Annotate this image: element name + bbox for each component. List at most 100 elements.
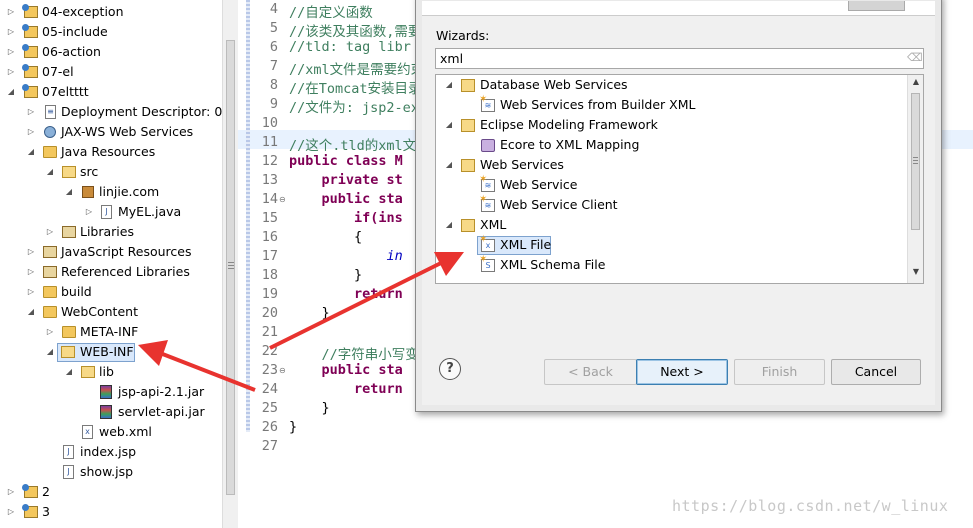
code-line[interactable]: } bbox=[289, 305, 330, 321]
collapse-arrow-icon[interactable]: ◢ bbox=[26, 302, 36, 322]
collapse-arrow-icon[interactable]: ◢ bbox=[6, 82, 16, 102]
code-line[interactable]: //这个.tld的xml文 bbox=[289, 134, 416, 154]
expand-arrow-icon[interactable]: ▷ bbox=[26, 282, 36, 302]
collapse-arrow-icon[interactable]: ◢ bbox=[45, 342, 55, 362]
line-number: 6 bbox=[269, 39, 278, 55]
web-service-wizard-icon: ≋ bbox=[479, 94, 495, 112]
folder-icon bbox=[43, 306, 57, 318]
code-line[interactable]: } bbox=[289, 419, 297, 435]
fold-toggle-icon[interactable]: ⊖ bbox=[279, 366, 286, 375]
collapse-arrow-icon[interactable]: ◢ bbox=[64, 182, 74, 202]
code-line[interactable]: { bbox=[289, 229, 362, 245]
libraries-icon bbox=[62, 226, 76, 238]
line-number: 5 bbox=[269, 20, 278, 36]
expand-arrow-icon[interactable]: ▷ bbox=[45, 222, 55, 242]
javascript-resources-icon bbox=[43, 246, 57, 258]
source-folder-icon bbox=[62, 166, 76, 178]
folder-open-icon bbox=[461, 79, 475, 92]
xml-file-wizard-icon: x bbox=[479, 234, 495, 252]
finish-button[interactable]: Finish bbox=[734, 359, 825, 385]
code-line[interactable]: if(ins bbox=[289, 210, 403, 226]
next-button[interactable]: Next > bbox=[636, 359, 728, 385]
code-line[interactable]: } bbox=[289, 400, 330, 416]
expand-arrow-icon[interactable]: ▷ bbox=[84, 202, 94, 222]
project-icon bbox=[22, 64, 38, 78]
explorer-scrollbar[interactable] bbox=[222, 0, 238, 528]
expand-arrow-icon[interactable]: ▷ bbox=[26, 242, 36, 262]
code-line[interactable]: return bbox=[289, 381, 403, 397]
expand-arrow-icon[interactable]: ▷ bbox=[26, 122, 36, 142]
expand-arrow-icon[interactable]: ▷ bbox=[6, 42, 16, 62]
jar-icon bbox=[100, 385, 112, 399]
code-line[interactable]: in bbox=[289, 248, 403, 264]
collapse-arrow-icon[interactable]: ◢ bbox=[444, 75, 454, 95]
folder-open-icon bbox=[461, 219, 475, 232]
expand-arrow-icon[interactable]: ▷ bbox=[26, 102, 36, 122]
collapse-arrow-icon[interactable]: ◢ bbox=[64, 362, 74, 382]
code-line[interactable]: private st bbox=[289, 172, 403, 188]
collapse-arrow-icon[interactable]: ◢ bbox=[45, 162, 55, 182]
project-icon bbox=[22, 24, 38, 38]
code-line[interactable]: //xml文件是需要约束 bbox=[289, 58, 424, 78]
scroll-grip-icon bbox=[913, 157, 918, 164]
java-file-icon: J bbox=[101, 205, 112, 219]
code-line[interactable]: public sta bbox=[289, 191, 403, 207]
line-number: 9 bbox=[269, 96, 278, 112]
code-line[interactable]: //tld: tag libr bbox=[289, 39, 411, 55]
code-line[interactable]: public class M bbox=[289, 153, 403, 169]
line-number: 25 bbox=[261, 400, 278, 416]
collapse-arrow-icon[interactable]: ◢ bbox=[444, 155, 454, 175]
deployment-descriptor-icon: ≡ bbox=[45, 105, 56, 119]
code-line[interactable]: public sta bbox=[289, 362, 403, 378]
line-number: 22 bbox=[261, 343, 278, 359]
clear-filter-icon[interactable]: ⌫ bbox=[907, 52, 923, 64]
xml-schema-wizard-icon: S bbox=[479, 254, 495, 272]
code-line[interactable]: } bbox=[289, 267, 362, 283]
expand-arrow-icon[interactable]: ▷ bbox=[45, 322, 55, 342]
filter-text: xml bbox=[440, 51, 464, 66]
code-line[interactable]: //该类及其函数,需要私 bbox=[289, 20, 435, 40]
expand-arrow-icon[interactable]: ▷ bbox=[6, 482, 16, 502]
dialog-banner bbox=[422, 1, 935, 16]
code-line[interactable]: return bbox=[289, 286, 403, 302]
back-button[interactable]: < Back bbox=[544, 359, 637, 385]
project-icon bbox=[22, 484, 38, 498]
project-icon bbox=[22, 84, 38, 98]
code-line[interactable]: //在Tomcat安装目录 bbox=[289, 77, 422, 97]
cancel-button[interactable]: Cancel bbox=[831, 359, 921, 385]
java-resources-icon bbox=[43, 146, 57, 158]
collapse-arrow-icon[interactable]: ◢ bbox=[26, 142, 36, 162]
scroll-down-arrow-icon[interactable]: ▼ bbox=[911, 267, 921, 276]
expand-arrow-icon[interactable]: ▷ bbox=[6, 502, 16, 522]
line-number: 17 bbox=[261, 248, 278, 264]
editor-change-ruler bbox=[246, 0, 250, 432]
xml-file-icon: x bbox=[82, 425, 93, 439]
line-number: 16 bbox=[261, 229, 278, 245]
wizard-tree-scrollbar[interactable]: ▲ ▼ bbox=[907, 75, 923, 283]
web-services-icon bbox=[44, 126, 56, 138]
project-icon bbox=[22, 4, 38, 18]
wizard-tree[interactable]: ◢ Database Web Services ≋ Web Services f… bbox=[435, 74, 924, 284]
expand-arrow-icon[interactable]: ▷ bbox=[6, 22, 16, 42]
fold-toggle-icon[interactable]: ⊖ bbox=[279, 195, 286, 204]
folder-open-icon bbox=[461, 159, 475, 172]
project-explorer: ▷ 04-exception ▷ 05-include ▷ 06-action … bbox=[0, 0, 222, 528]
expand-arrow-icon[interactable]: ▷ bbox=[6, 2, 16, 22]
package-icon bbox=[82, 186, 94, 198]
code-line[interactable]: //自定义函数 bbox=[289, 1, 373, 21]
line-number: 8 bbox=[269, 77, 278, 93]
code-line[interactable]: //文件为: jsp2-ex bbox=[289, 96, 419, 116]
help-icon[interactable]: ? bbox=[439, 358, 461, 380]
expand-arrow-icon[interactable]: ▷ bbox=[26, 262, 36, 282]
collapse-arrow-icon[interactable]: ◢ bbox=[444, 215, 454, 235]
scroll-up-arrow-icon[interactable]: ▲ bbox=[911, 77, 921, 86]
expand-arrow-icon[interactable]: ▷ bbox=[6, 62, 16, 82]
line-number: 20 bbox=[261, 305, 278, 321]
line-number: 23 bbox=[261, 362, 278, 378]
jsp-file-icon: J bbox=[63, 445, 74, 459]
line-number: 10 bbox=[261, 115, 278, 131]
folder-icon bbox=[43, 286, 57, 298]
code-line[interactable]: //字符串小写变 bbox=[289, 343, 419, 363]
wizard-filter-input[interactable]: xml ⌫ bbox=[435, 48, 924, 69]
collapse-arrow-icon[interactable]: ◢ bbox=[444, 115, 454, 135]
